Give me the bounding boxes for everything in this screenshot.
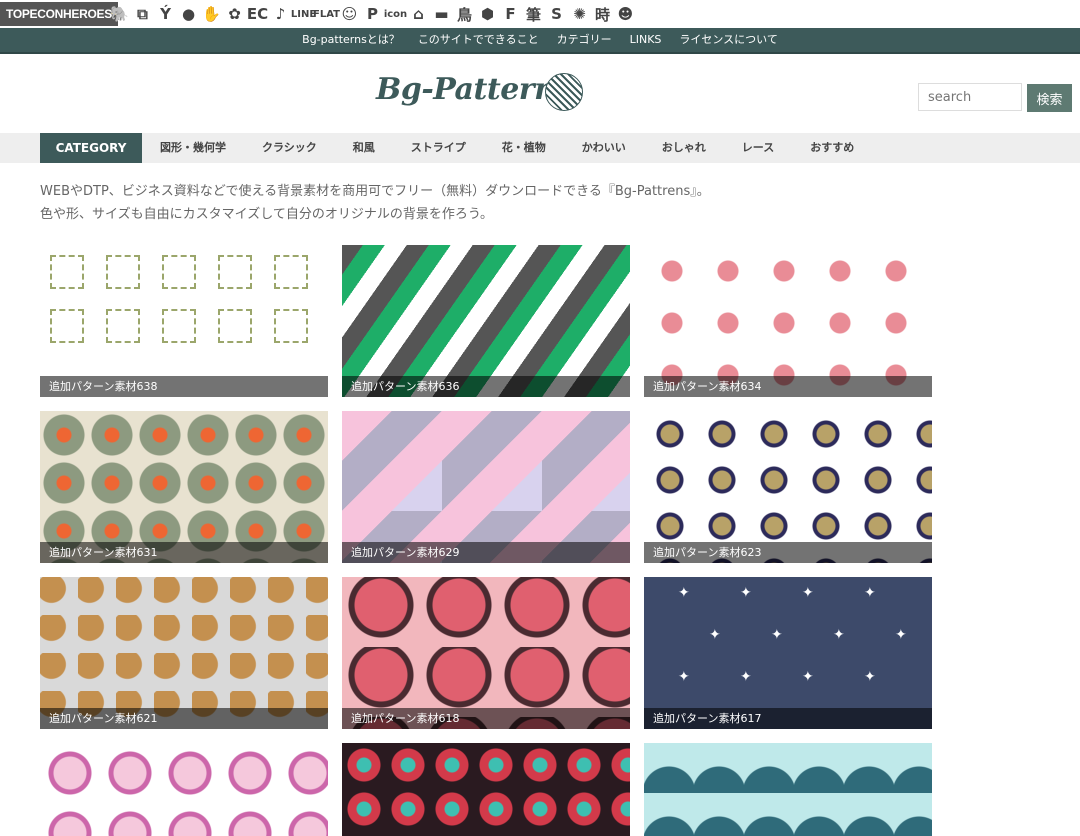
burst-icon[interactable]: ✺ [568,2,591,26]
nav-links[interactable]: LINKS [630,28,662,52]
pattern-tile[interactable]: 追加パターン素材621 [40,577,328,729]
brush-icon[interactable]: 筆 [522,2,545,26]
intro-line-1: WEBやDTP、ビジネス資料などで使える背景素材を商用可でフリー（無料）ダウンロ… [40,184,710,199]
badge-icon[interactable]: ⬢ [476,2,499,26]
category-cute[interactable]: かわいい [582,133,626,163]
parking-icon[interactable]: P [361,2,384,26]
character-icon[interactable]: ☻ [614,2,637,26]
pattern-tile[interactable]: 追加パターン素材634 [644,245,932,397]
pattern-tile[interactable]: 追加パターン素材623 [644,411,932,563]
category-heading: CATEGORY [40,133,142,163]
elephant-icon[interactable]: 🐘 [108,2,131,26]
speech-icon[interactable]: ● [177,2,200,26]
category-stripe[interactable]: ストライプ [411,133,466,163]
pattern-caption: 追加パターン素材634 [644,376,932,397]
pattern-tile[interactable]: 追加パターン素材618 [342,577,630,729]
icon-text-icon[interactable]: icon [384,2,407,26]
pattern-caption: 追加パターン素材617 [644,708,932,729]
pattern-caption: 追加パターン素材618 [342,708,630,729]
pattern-tile[interactable]: 追加パターン素材629 [342,411,630,563]
partner-icons: 🐘 ⧉ Ý ● ✋ ✿ EC ♪ LINE FLAT ☺ P icon ⌂ ▬ … [108,2,637,271]
category-classic[interactable]: クラシック [262,133,317,163]
category-bar: CATEGORY 図形・幾何学 クラシック 和風 ストライプ 花・植物 かわいい… [0,133,1080,163]
category-geometric[interactable]: 図形・幾何学 [160,133,226,163]
category-floral[interactable]: 花・植物 [502,133,546,163]
intro-line-2: 色や形、サイズも自由にカスタマイズして自分のオリジナルの背景を作ろう。 [40,207,494,222]
flower-icon[interactable]: ✿ [223,2,246,26]
nav-category[interactable]: カテゴリー [557,28,612,52]
pattern-caption: 追加パターン素材636 [342,376,630,397]
sofa-icon[interactable]: ▬ [430,2,453,26]
nav-about[interactable]: Bg-patternsとは？ [302,28,400,52]
category-stylish[interactable]: おしゃれ [662,133,706,163]
logo-mark-icon[interactable] [545,73,583,111]
nav-license[interactable]: ライセンスについて [679,28,777,52]
site-nav: Bg-patternsとは？ このサイトでできること カテゴリー LINKS ラ… [0,28,1080,54]
flat-icon[interactable]: FLAT [313,2,340,26]
nav-features[interactable]: このサイトでできること [418,28,539,52]
face-icon[interactable]: ☺ [338,2,361,26]
music-icon[interactable]: ♪ [269,2,292,26]
copy-icon[interactable]: ⧉ [131,2,154,26]
f-icon[interactable]: F [499,2,522,26]
figure-icon[interactable]: Ý [154,2,177,26]
pattern-caption: 追加パターン素材629 [342,542,630,563]
s-icon[interactable]: S [545,2,568,26]
hand-icon[interactable]: ✋ [200,2,223,26]
pattern-tile[interactable] [342,743,630,836]
search-button[interactable]: 検索 [1027,84,1072,112]
category-items: 図形・幾何学 クラシック 和風 ストライプ 花・植物 かわいい おしゃれ レース… [160,133,890,163]
pattern-caption: 追加パターン素材621 [40,708,328,729]
topeconheroes-logo[interactable]: TOPECONHEROES [0,2,118,26]
time-icon[interactable]: 時 [591,2,614,26]
line-icon[interactable]: LINE [291,2,316,26]
category-japanese[interactable]: 和風 [353,133,375,163]
search-input[interactable] [918,83,1022,111]
site-logo[interactable]: Bg-Patterns [376,72,572,107]
pattern-tile[interactable]: 追加パターン素材631 [40,411,328,563]
pattern-tile[interactable]: ✦ ✦ ✦ ✦ ✦ ✦ ✦ ✦ ✦ ✦ ✦ ✦ 追加パターン素材617 [644,577,932,729]
pattern-tile[interactable] [40,743,328,836]
category-lace[interactable]: レース [742,133,774,163]
pattern-caption: 追加パターン素材631 [40,542,328,563]
intro-text: WEBやDTP、ビジネス資料などで使える背景素材を商用可でフリー（無料）ダウンロ… [40,180,710,226]
category-recommended[interactable]: おすすめ [810,133,854,163]
pattern-tile[interactable]: 追加パターン素材638 [40,245,328,397]
ec-icon[interactable]: EC [246,2,269,26]
pattern-tile[interactable]: 追加パターン素材636 [342,245,630,397]
bird-icon[interactable]: 鳥 [453,2,476,26]
pattern-caption: 追加パターン素材623 [644,542,932,563]
topeconheroes-bar: TOPECONHEROES 🐘 ⧉ Ý ● ✋ ✿ EC ♪ LINE FLAT… [0,0,1080,271]
house-icon[interactable]: ⌂ [407,2,430,26]
pattern-tile[interactable] [644,743,932,836]
pattern-caption: 追加パターン素材638 [40,376,328,397]
